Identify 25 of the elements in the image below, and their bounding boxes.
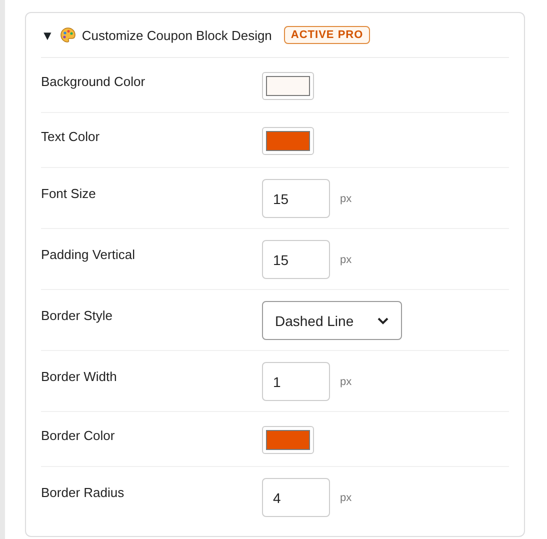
unit-label: px	[340, 376, 352, 388]
pro-badge: ACTIVE PRO	[284, 26, 370, 44]
setting-label: Text Color	[41, 128, 101, 144]
number-field[interactable]: 15	[262, 179, 330, 218]
chevron-down-icon	[377, 316, 389, 324]
color-swatch[interactable]	[262, 426, 314, 454]
color-swatch[interactable]	[262, 127, 314, 155]
palette-icon	[60, 27, 76, 43]
setting-label: Font Size	[41, 185, 97, 201]
unit-label: px	[340, 492, 352, 504]
setting-label: Border Radius	[41, 484, 126, 500]
number-field[interactable]: 15	[262, 240, 330, 279]
style-dropdown[interactable]: Dashed Line	[262, 301, 402, 340]
setting-label: Border Color	[41, 427, 116, 443]
setting-label: Border Style	[41, 307, 114, 323]
setting-label: Border Width	[41, 368, 118, 384]
setting-label: Background Color	[41, 73, 146, 89]
color-swatch[interactable]	[262, 72, 314, 100]
unit-label: px	[340, 254, 352, 266]
section-title[interactable]: Customize Coupon Block Design	[82, 28, 272, 42]
setting-label: Padding Vertical	[41, 246, 136, 262]
number-field[interactable]: 1	[262, 362, 330, 401]
collapse-toggle[interactable]: ▼	[41, 28, 54, 42]
unit-label: px	[340, 192, 352, 204]
number-field[interactable]: 4	[262, 478, 330, 517]
